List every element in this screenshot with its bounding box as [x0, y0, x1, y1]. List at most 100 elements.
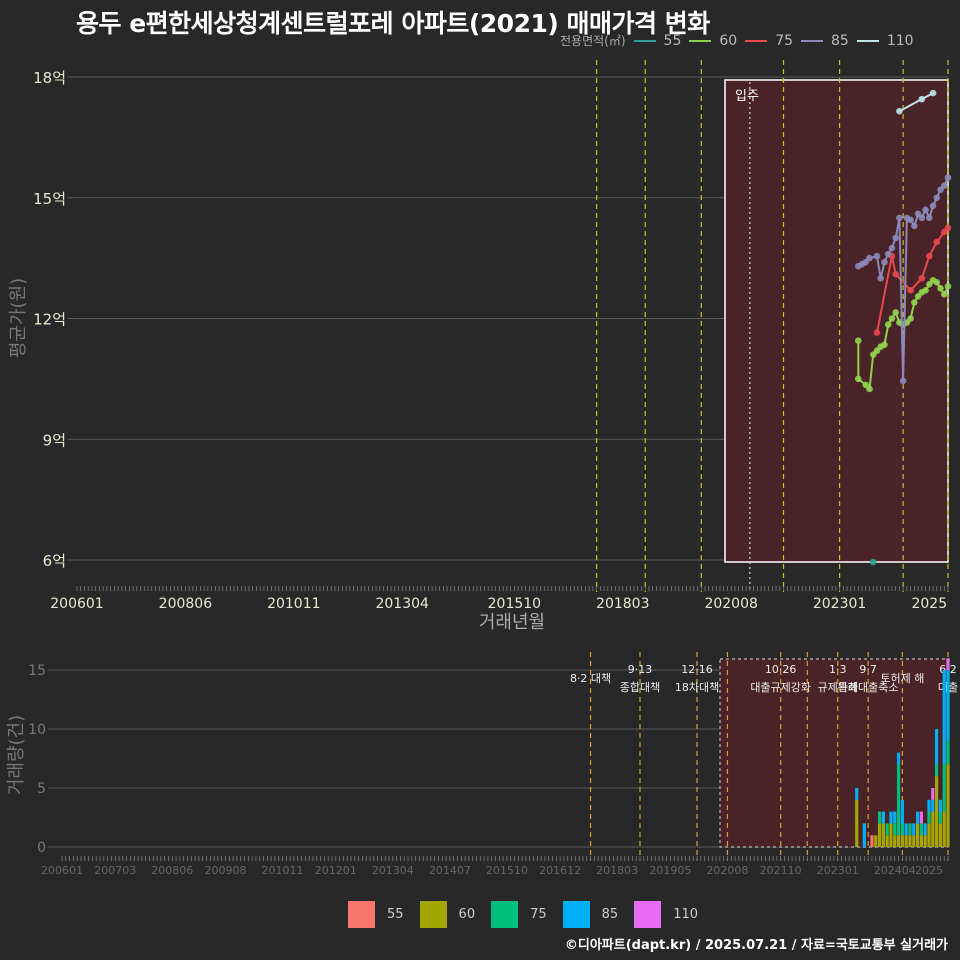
legend-item-110: 110 — [634, 901, 698, 928]
y-tick-label: 6억 — [43, 552, 66, 570]
bar-stack — [889, 811, 893, 847]
bar-segment-60 — [938, 823, 942, 847]
data-point — [940, 291, 948, 298]
legend-item-55: 55 — [348, 901, 404, 928]
x-tick-label: 201201 — [315, 864, 357, 877]
x-tick-label: 201304 — [375, 596, 429, 612]
x-tick-label: 201510 — [486, 864, 528, 877]
bar-segment-60 — [915, 823, 920, 847]
bar-stack — [919, 811, 923, 847]
data-point — [884, 250, 892, 258]
bar-segment-60 — [877, 823, 882, 847]
x-tick-label: 200806 — [151, 864, 193, 877]
bar-segment-85 — [923, 823, 927, 836]
x-minor-ticks — [61, 856, 949, 861]
price-chart: 6억 9억 12억 15억 18억입주 200601 200806 201011 201304 2… — [8, 60, 952, 633]
x-minor-ticks — [76, 586, 949, 591]
data-point — [892, 270, 899, 278]
data-point — [926, 252, 933, 260]
bar-stack — [870, 835, 874, 847]
x-tick-label: 2025 — [915, 864, 943, 877]
bar-segment-75 — [893, 823, 897, 836]
x-tick-label: 202008 — [704, 596, 757, 612]
bar-segment-60 — [889, 823, 893, 847]
bar-stack — [946, 658, 950, 847]
bar-segment-60 — [904, 835, 908, 847]
data-point — [866, 254, 873, 262]
x-tick-label: 202110 — [760, 864, 802, 877]
data-point — [907, 216, 914, 224]
data-point — [940, 182, 948, 189]
y-tick-label: 18억 — [33, 69, 66, 87]
bar-segment-85 — [938, 799, 942, 812]
x-tick-label: 202301 — [817, 864, 859, 877]
bar-segment-75 — [900, 823, 904, 836]
bar-segment-60 — [885, 835, 889, 847]
bar-stack — [942, 670, 946, 847]
data-point — [888, 315, 896, 322]
bar-segment-75 — [942, 764, 946, 812]
policy-name-label: 대출규제강화 — [750, 681, 811, 694]
y-tick-label: 9억 — [43, 431, 66, 449]
x-tick-label: 201510 — [488, 596, 541, 612]
data-point — [892, 309, 899, 316]
bar-segment-60 — [900, 835, 904, 847]
data-point — [869, 558, 877, 566]
y-tick-label: 10 — [28, 722, 46, 738]
bar-segment-85 — [946, 670, 950, 741]
policy-date-label: 1·3 — [829, 663, 847, 676]
data-point — [866, 385, 873, 393]
x-tick-label: 201803 — [596, 596, 649, 612]
bar-segment-75 — [938, 811, 942, 824]
bar-stack — [862, 823, 866, 847]
data-point — [918, 95, 926, 103]
legend-item-60: 60 — [419, 901, 475, 928]
bar-segment-110 — [931, 788, 935, 800]
y-tick-label: 0 — [37, 840, 46, 856]
y-tick-label: 12억 — [33, 311, 66, 329]
bar-segment-75 — [946, 740, 950, 765]
data-point — [926, 214, 933, 222]
policy-name-label: 8·2 대책 — [570, 672, 611, 685]
data-point — [944, 283, 952, 290]
policy-name-label: 18차대책 — [675, 681, 719, 694]
data-point — [896, 107, 903, 115]
legend-box-swatch — [491, 901, 519, 928]
data-point — [911, 222, 918, 230]
data-point — [884, 321, 892, 328]
bar-stack — [877, 811, 882, 847]
chart-canvas: 6억 9억 12억 15억 18억입주 200601 200806 201011 201304 2… — [6, 60, 958, 877]
bar-segment-85 — [912, 823, 916, 836]
legend-label: 110 — [673, 907, 699, 922]
bar-segment-60 — [927, 823, 931, 847]
policy-name-label: 토허제 해 — [880, 671, 924, 685]
bar-segment-60 — [923, 835, 927, 847]
bar-segment-75 — [885, 823, 889, 836]
bar-segment-60 — [908, 835, 912, 847]
bar-segment-85 — [889, 811, 893, 824]
bar-segment-75 — [896, 764, 901, 836]
bar-stack — [931, 788, 935, 847]
footer-credit: ©디아파트(dapt.kr) / 2025.07.21 / 자료=국토교통부 실… — [564, 938, 948, 953]
bar-stack — [915, 811, 920, 847]
data-point — [907, 287, 914, 294]
bar-segment-75 — [934, 764, 939, 777]
bar-segment-75 — [927, 811, 931, 824]
bar-stack — [923, 823, 927, 847]
bar-stack — [904, 823, 908, 847]
bar-segment-60 — [874, 835, 878, 847]
data-point — [907, 315, 914, 322]
x-tick-label: 200806 — [159, 596, 213, 612]
policy-name-label: 종합대책 — [620, 681, 660, 694]
bar-segment-60 — [855, 799, 859, 847]
data-point — [937, 285, 944, 292]
bar-stack — [934, 729, 939, 847]
series-55 — [869, 558, 877, 566]
bar-segment-85 — [855, 788, 859, 800]
bar-segment-60 — [896, 835, 901, 847]
bar-segment-60 — [931, 811, 935, 847]
data-point — [929, 89, 937, 97]
y-axis-label: 거래량(건) — [6, 715, 27, 795]
x-tick-label: 200908 — [205, 864, 247, 877]
bar-segment-60 — [919, 835, 923, 847]
